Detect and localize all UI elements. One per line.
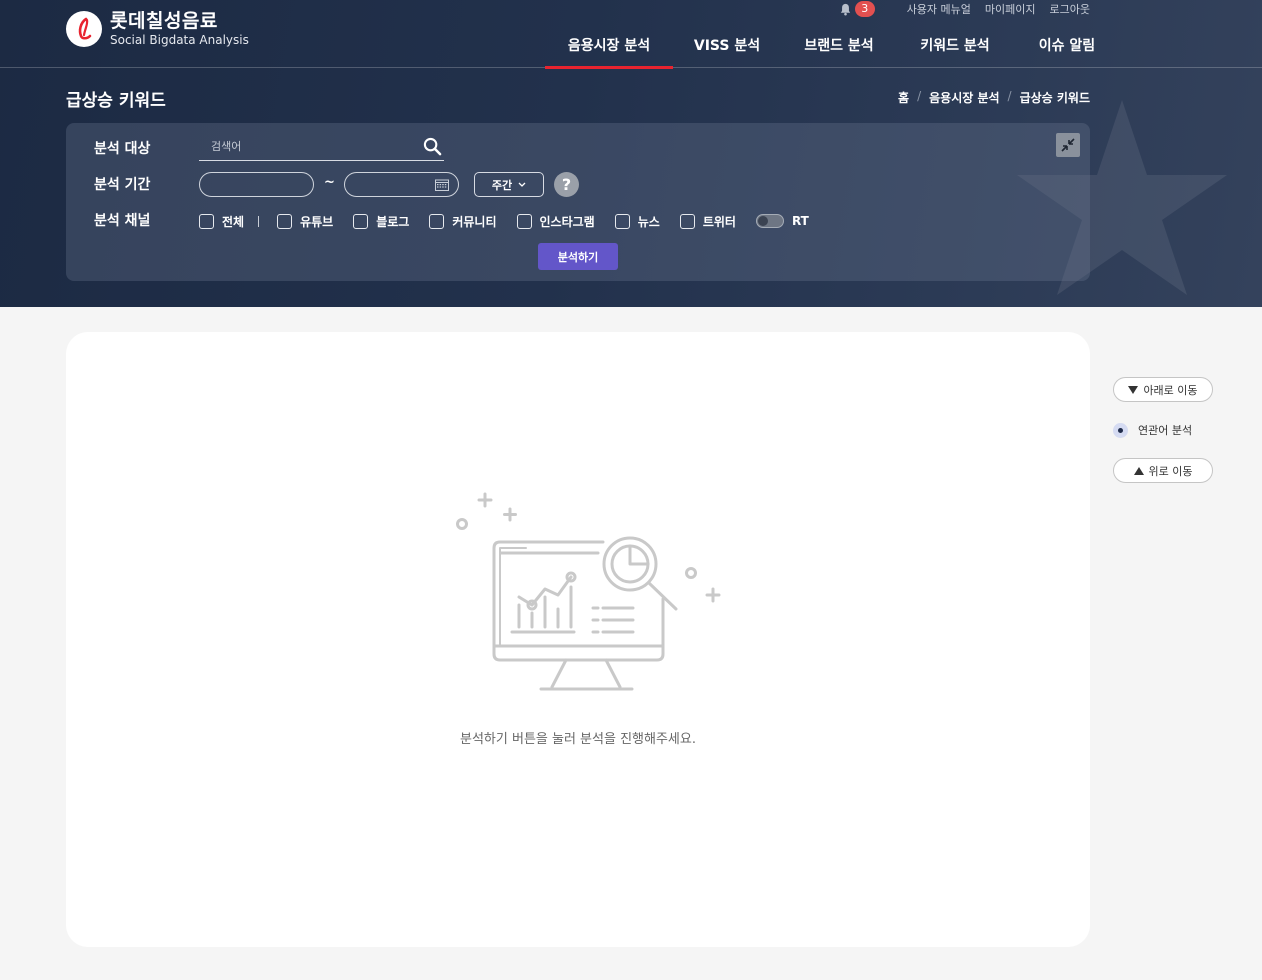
channel-community-label: 커뮤니티: [452, 214, 497, 229]
channel-youtube-label: 유튜브: [300, 214, 334, 229]
rt-toggle-switch[interactable]: [755, 214, 784, 228]
channel-news-checkbox[interactable]: [614, 213, 630, 229]
filter-panel: 분석 대상 분석 기간 ~: [66, 123, 1090, 281]
side-navigation: 아래로 이동 연관어 분석 위로 이동: [1113, 377, 1213, 483]
channel-all[interactable]: 전체: [199, 213, 244, 230]
logout-link[interactable]: 로그아웃: [1050, 1, 1090, 17]
end-date-field[interactable]: [344, 172, 459, 197]
top-bar: 롯데칠성음료 Social Bigdata Analysis 3 사용자 메뉴얼…: [0, 0, 1262, 69]
calendar-icon[interactable]: [435, 179, 449, 191]
lotte-logo-icon: [66, 11, 102, 47]
channel-news-label: 뉴스: [637, 214, 660, 229]
breadcrumb-market-analysis[interactable]: 음용시장 분석: [929, 89, 999, 106]
analytics-monitor-icon: [456, 492, 721, 691]
brand-name-en: Social Bigdata Analysis: [110, 33, 249, 47]
notification-badge: 3: [854, 1, 875, 17]
nav-item-keyword-analysis[interactable]: 키워드 분석: [897, 30, 1013, 68]
channel-blog-label: 블로그: [376, 214, 410, 229]
start-date-input[interactable]: [200, 173, 291, 196]
search-box: [199, 133, 444, 161]
collapse-icon: [1061, 138, 1075, 152]
breadcrumb-separator: /: [917, 89, 922, 103]
channel-divider: [258, 215, 260, 227]
triangle-down-icon: [1128, 385, 1139, 394]
channel-instagram[interactable]: 인스타그램: [516, 213, 595, 230]
channel-blog-checkbox[interactable]: [353, 213, 369, 229]
nav-item-brand-analysis[interactable]: 브랜드 분석: [781, 30, 897, 68]
rt-label: RT: [791, 214, 809, 228]
logo[interactable]: 롯데칠성음료 Social Bigdata Analysis: [66, 10, 249, 48]
channel-youtube-checkbox[interactable]: [277, 213, 293, 229]
channel-twitter[interactable]: 트위터: [679, 213, 736, 230]
empty-state-message: 분석하기 버튼을 눌러 분석을 진행해주세요.: [460, 732, 696, 747]
help-icon[interactable]: ?: [554, 172, 579, 197]
channel-twitter-label: 트위터: [702, 214, 736, 229]
channel-instagram-checkbox[interactable]: [516, 213, 532, 229]
channel-community[interactable]: 커뮤니티: [429, 213, 497, 230]
page-title: 급상승 키워드: [66, 91, 166, 111]
collapse-filter-button[interactable]: [1056, 133, 1080, 157]
brand-name-ko: 롯데칠성음료: [110, 10, 218, 32]
breadcrumb-home[interactable]: 홈: [898, 89, 909, 106]
search-input[interactable]: [199, 133, 409, 160]
date-range-separator: ~: [324, 175, 335, 190]
scroll-down-button[interactable]: 아래로 이동: [1113, 377, 1213, 402]
result-card: 분석하기 버튼을 눌러 분석을 진행해주세요.: [66, 332, 1090, 947]
main-nav: 음용시장 분석 VISS 분석 브랜드 분석 키워드 분석 이슈 알림: [545, 30, 1121, 69]
channel-community-checkbox[interactable]: [429, 213, 445, 229]
run-analysis-button[interactable]: 분석하기: [538, 243, 618, 270]
triangle-up-icon: [1133, 466, 1144, 475]
scroll-up-label: 위로 이동: [1148, 464, 1193, 478]
mypage-link[interactable]: 마이페이지: [985, 1, 1036, 17]
channel-news[interactable]: 뉴스: [614, 213, 660, 230]
end-date-input[interactable]: [345, 173, 436, 196]
search-icon[interactable]: [423, 137, 442, 156]
rt-toggle[interactable]: RT: [755, 214, 809, 228]
channel-instagram-label: 인스타그램: [539, 214, 595, 229]
anchor-related-words-label: 연관어 분석: [1138, 424, 1193, 437]
chevron-down-icon: [518, 182, 526, 187]
period-label: 분석 기간: [94, 177, 151, 193]
breadcrumb: 홈 / 음용시장 분석 / 급상승 키워드: [898, 89, 1090, 106]
channel-options: 전체 유튜브 블로그 커뮤니티 인스타그램 뉴스 트위터 RT: [199, 211, 809, 231]
channel-all-checkbox[interactable]: [199, 213, 214, 229]
bell-icon: [840, 3, 850, 15]
nav-item-market-analysis[interactable]: 음용시장 분석: [545, 30, 673, 69]
breadcrumb-separator: /: [1007, 89, 1012, 103]
logo-text: 롯데칠성음료 Social Bigdata Analysis: [110, 10, 249, 48]
scroll-down-label: 아래로 이동: [1143, 383, 1198, 397]
notification-button[interactable]: 3: [839, 1, 875, 17]
channel-all-label: 전체: [222, 214, 245, 229]
nav-item-viss-analysis[interactable]: VISS 분석: [673, 30, 781, 68]
user-manual-link[interactable]: 사용자 메뉴얼: [907, 1, 971, 17]
utility-menu: 3 사용자 메뉴얼 마이페이지 로그아웃: [839, 0, 1090, 18]
channel-twitter-checkbox[interactable]: [679, 213, 695, 229]
channel-label: 분석 채널: [94, 213, 151, 229]
breadcrumb-current: 급상승 키워드: [1019, 91, 1090, 105]
period-unit-select[interactable]: 주간: [474, 172, 544, 197]
nav-item-issue-alert[interactable]: 이슈 알림: [1013, 30, 1121, 68]
anchor-related-words[interactable]: 연관어 분석: [1113, 422, 1213, 438]
target-label: 분석 대상: [94, 141, 151, 157]
channel-blog[interactable]: 블로그: [353, 213, 409, 230]
radio-dot-icon: [1113, 422, 1128, 438]
hero-header: 롯데칠성음료 Social Bigdata Analysis 3 사용자 메뉴얼…: [0, 0, 1262, 307]
period-unit-value: 주간: [491, 178, 513, 192]
scroll-up-button[interactable]: 위로 이동: [1113, 458, 1213, 483]
channel-youtube[interactable]: 유튜브: [277, 213, 333, 230]
start-date-field[interactable]: [199, 172, 314, 197]
